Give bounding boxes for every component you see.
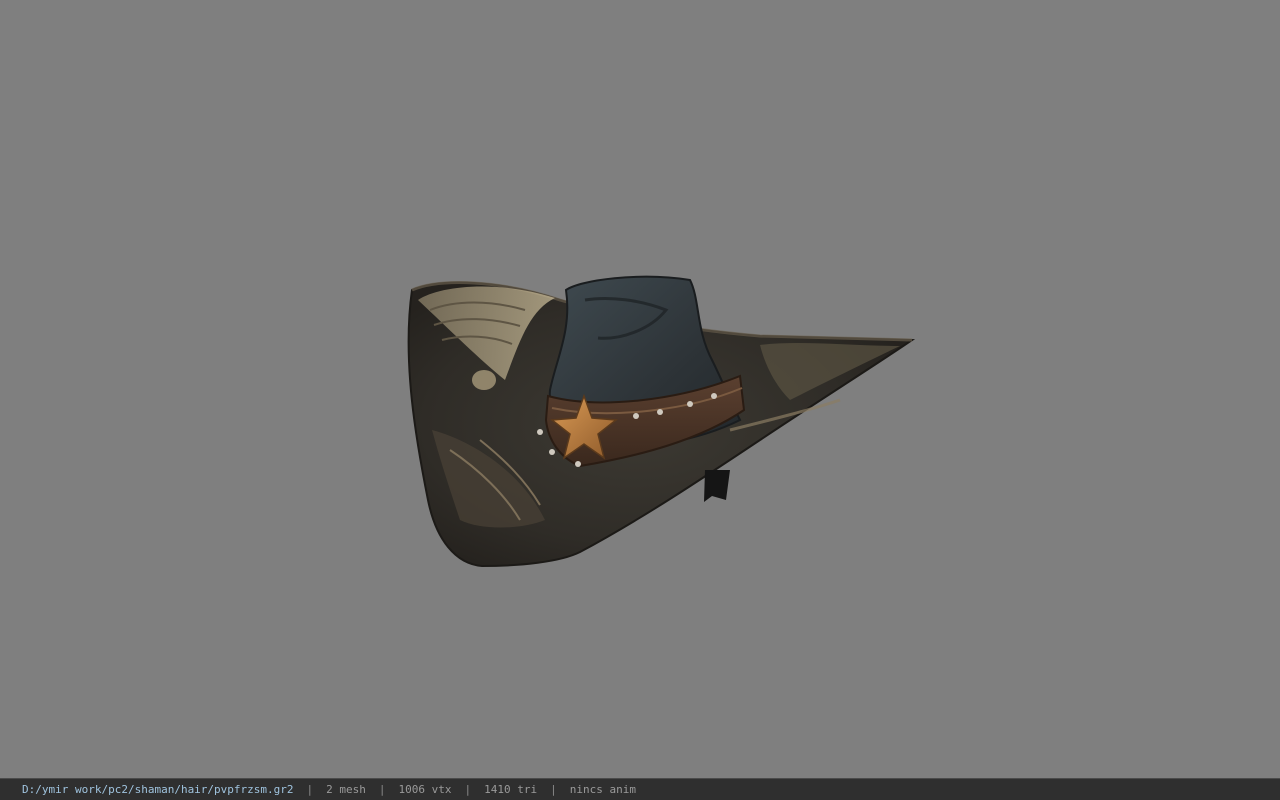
status-bar: D:/ymir work/pc2/shaman/hair/pvpfrzsm.gr…: [0, 778, 1280, 800]
file-path: D:/ymir work/pc2/shaman/hair/pvpfrzsm.gr…: [22, 783, 294, 796]
hat-model: [407, 275, 916, 568]
separator: |: [306, 783, 314, 796]
animation-status: nincs anim: [569, 783, 636, 796]
separator: |: [550, 783, 557, 796]
separator: |: [464, 783, 472, 796]
triangle-count: 1410 tri: [484, 783, 538, 796]
separator: |: [378, 783, 386, 796]
mesh-count: 2 mesh: [326, 783, 366, 796]
model-viewport[interactable]: [0, 0, 1280, 778]
vertex-count: 1006 vtx: [398, 783, 452, 796]
